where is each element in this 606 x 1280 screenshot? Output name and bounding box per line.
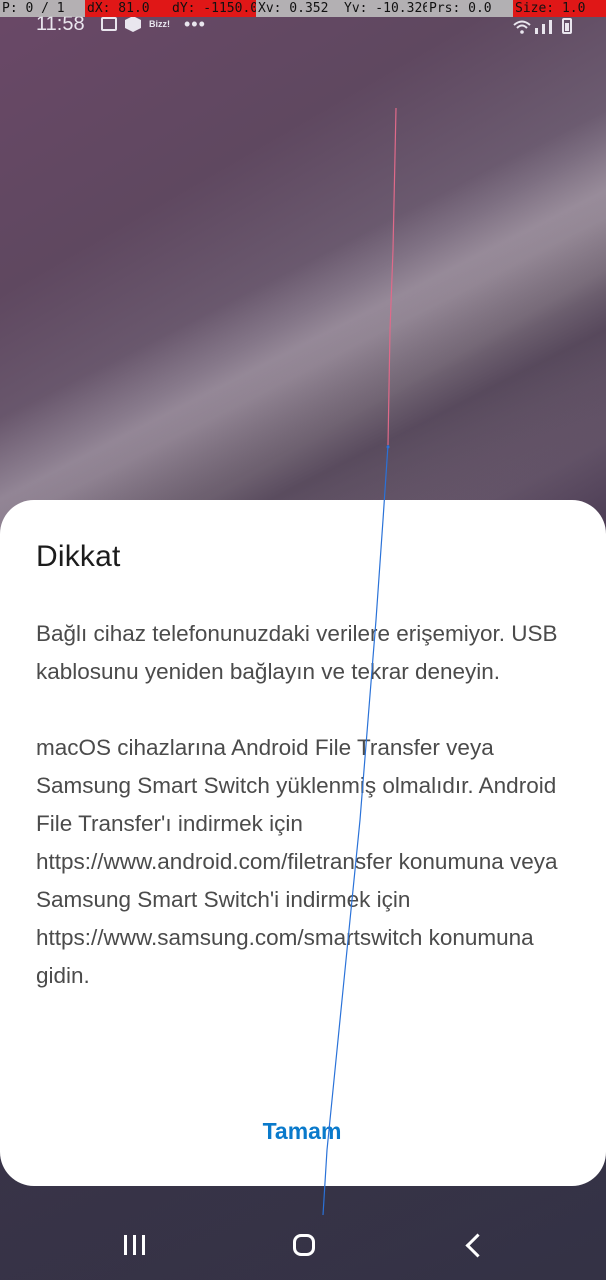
dialog-paragraph-usb: Bağlı cihaz telefonunuzdaki verilere eri… [36, 621, 558, 684]
home-button[interactable] [274, 1220, 334, 1270]
signal-bar-2 [542, 24, 545, 34]
size-readout: Size: 1.0 [513, 0, 606, 17]
signal-bar-3 [549, 20, 552, 34]
recents-icon [123, 1235, 145, 1255]
delta-y-readout: dY: -1150.0 [170, 0, 256, 17]
velocity-x-readout: Xv: 0.352 [256, 0, 342, 17]
alert-dialog: Dikkat Bağlı cihaz telefonunuzdaki veril… [0, 500, 606, 1186]
back-button[interactable] [444, 1220, 504, 1270]
navigation-bar [0, 1200, 606, 1280]
home-icon [293, 1234, 315, 1256]
pointer-location-overlay: P: 0 / 1 dX: 81.0 dY: -1150.0 Xv: 0.352 … [0, 0, 606, 17]
wifi-icon [513, 20, 531, 34]
bizz-notification-label: Bizz! [149, 19, 170, 29]
velocity-y-readout: Yv: -10.326 [342, 0, 427, 17]
box-icon [125, 16, 141, 32]
system-icons [513, 16, 572, 34]
recents-button[interactable] [104, 1220, 164, 1270]
ok-button[interactable]: Tamam [232, 1108, 372, 1154]
dialog-title: Dikkat [36, 540, 121, 573]
battery-charging-icon [562, 18, 572, 34]
pressure-readout: Prs: 0.0 [427, 0, 513, 17]
dialog-paragraph-macos: macOS cihazlarına Android File Transfer … [36, 735, 558, 988]
gallery-icon [101, 17, 117, 31]
dialog-message: Bağlı cihaz telefonunuzdaki verilere eri… [36, 615, 576, 995]
delta-x-readout: dX: 81.0 [85, 0, 170, 17]
back-icon [464, 1232, 490, 1258]
pointer-count: P: 0 / 1 [0, 0, 85, 17]
notification-icons: Bizz! ••• [101, 14, 206, 34]
signal-bar-1 [535, 28, 538, 34]
